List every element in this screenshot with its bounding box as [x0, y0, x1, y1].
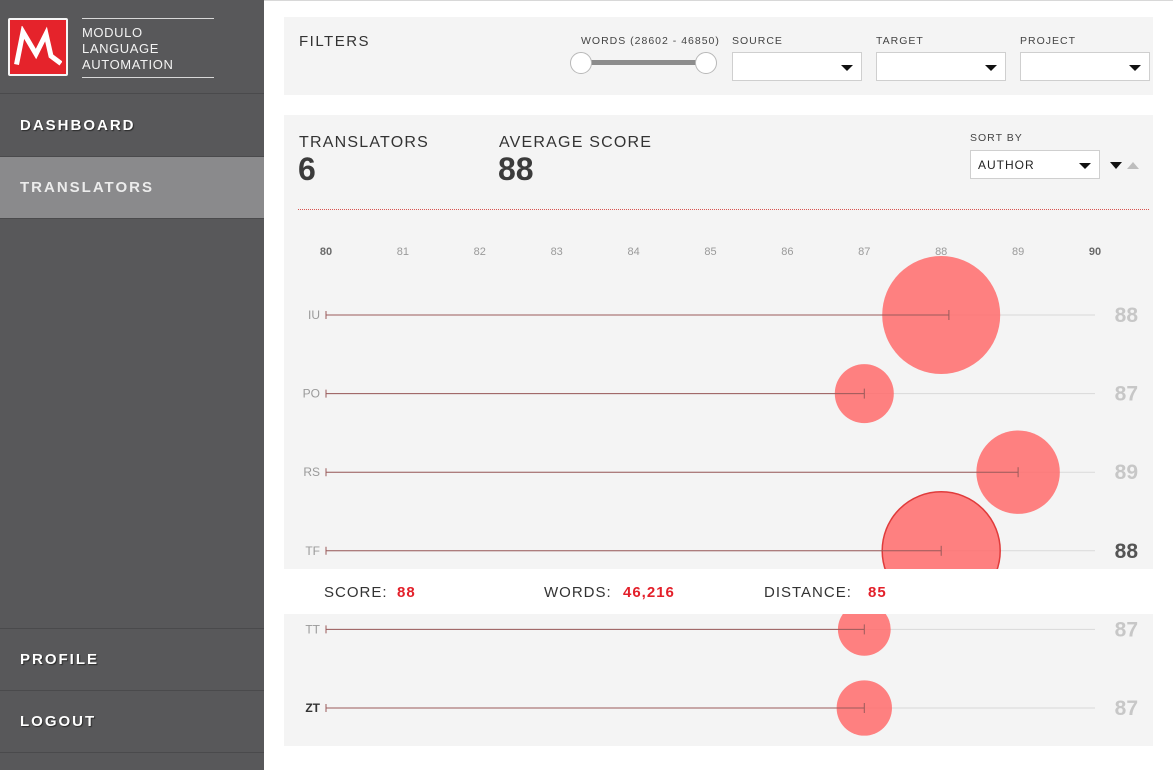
logo-icon: [14, 26, 62, 66]
x-tick-label: 84: [627, 246, 639, 258]
score-bubble-chart: 80 81 82 83 84 85 86 87 88 89 90 IU 88 PO 87 RS 89 TF 88 TT…: [303, 246, 1139, 736]
sidebar: MODULO LANGUAGE AUTOMATION DASHBOARD TRA…: [0, 0, 264, 770]
logo-mark[interactable]: [8, 18, 68, 76]
row-score-value: 87: [1115, 618, 1138, 641]
logo-area: MODULO LANGUAGE AUTOMATION: [0, 0, 264, 94]
x-tick-label: 82: [474, 246, 486, 258]
row-label: RS: [303, 465, 320, 479]
words-slider-min-handle[interactable]: [570, 52, 592, 74]
row-score-value: 88: [1115, 304, 1139, 327]
x-tick-label: 86: [781, 246, 793, 258]
x-tick-label: 83: [551, 246, 563, 258]
translators-panel: TRANSLATORS 6 AVERAGE SCORE 88 SORT BY A…: [284, 115, 1153, 746]
nav-translators[interactable]: TRANSLATORS: [0, 157, 264, 219]
x-tick-label: 80: [320, 246, 332, 258]
target-label: TARGET: [876, 35, 924, 47]
nav-dashboard[interactable]: DASHBOARD: [0, 95, 264, 157]
logo-line-3: AUTOMATION: [82, 57, 174, 72]
filters-title: FILTERS: [299, 33, 371, 50]
detail-score-label: SCORE:: [324, 584, 388, 601]
project-select[interactable]: [1020, 52, 1150, 81]
target-select[interactable]: [876, 52, 1006, 81]
detail-words-value: 46,216: [623, 584, 675, 601]
row-label: PO: [303, 387, 320, 401]
words-range-slider[interactable]: [581, 60, 705, 65]
logo-text: MODULO LANGUAGE AUTOMATION: [82, 18, 214, 78]
hover-detail-bar: SCORE: 88 WORDS: 46,216 DISTANCE: 85: [284, 569, 1153, 614]
x-tick-label: 87: [858, 246, 870, 258]
nav-profile[interactable]: PROFILE: [0, 629, 264, 691]
source-label: SOURCE: [732, 35, 783, 47]
logo-line-2: LANGUAGE: [82, 41, 160, 56]
x-tick-label: 90: [1089, 246, 1101, 258]
row-label: IU: [308, 308, 320, 322]
logo-line-1: MODULO: [82, 25, 143, 40]
row-score-value: 87: [1115, 383, 1138, 406]
chevron-down-icon: [1129, 65, 1141, 71]
chevron-down-icon: [985, 65, 997, 71]
row-label: TT: [305, 622, 320, 636]
x-tick-label: 85: [704, 246, 716, 258]
x-tick-label: 81: [397, 246, 409, 258]
detail-distance-value: 85: [868, 584, 887, 601]
detail-words-label: WORDS:: [544, 584, 612, 601]
detail-score-value: 88: [397, 584, 416, 601]
x-tick-label: 89: [1012, 246, 1024, 258]
filters-panel: FILTERS WORDS (28602 - 46850) SOURCE TAR…: [284, 17, 1153, 95]
source-select[interactable]: [732, 52, 862, 81]
chevron-down-icon: [841, 65, 853, 71]
row-score-value: 89: [1115, 461, 1138, 484]
row-score-value: 87: [1115, 697, 1138, 720]
project-label: PROJECT: [1020, 35, 1077, 47]
words-slider-max-handle[interactable]: [695, 52, 717, 74]
words-filter-label: WORDS (28602 - 46850): [581, 35, 720, 47]
nav-logout[interactable]: LOGOUT: [0, 691, 264, 753]
row-score-value: 88: [1115, 540, 1139, 563]
main-content: FILTERS WORDS (28602 - 46850) SOURCE TAR…: [264, 0, 1173, 770]
row-label: ZT: [305, 701, 320, 715]
detail-distance-label: DISTANCE:: [764, 584, 852, 601]
row-label: TF: [305, 544, 320, 558]
